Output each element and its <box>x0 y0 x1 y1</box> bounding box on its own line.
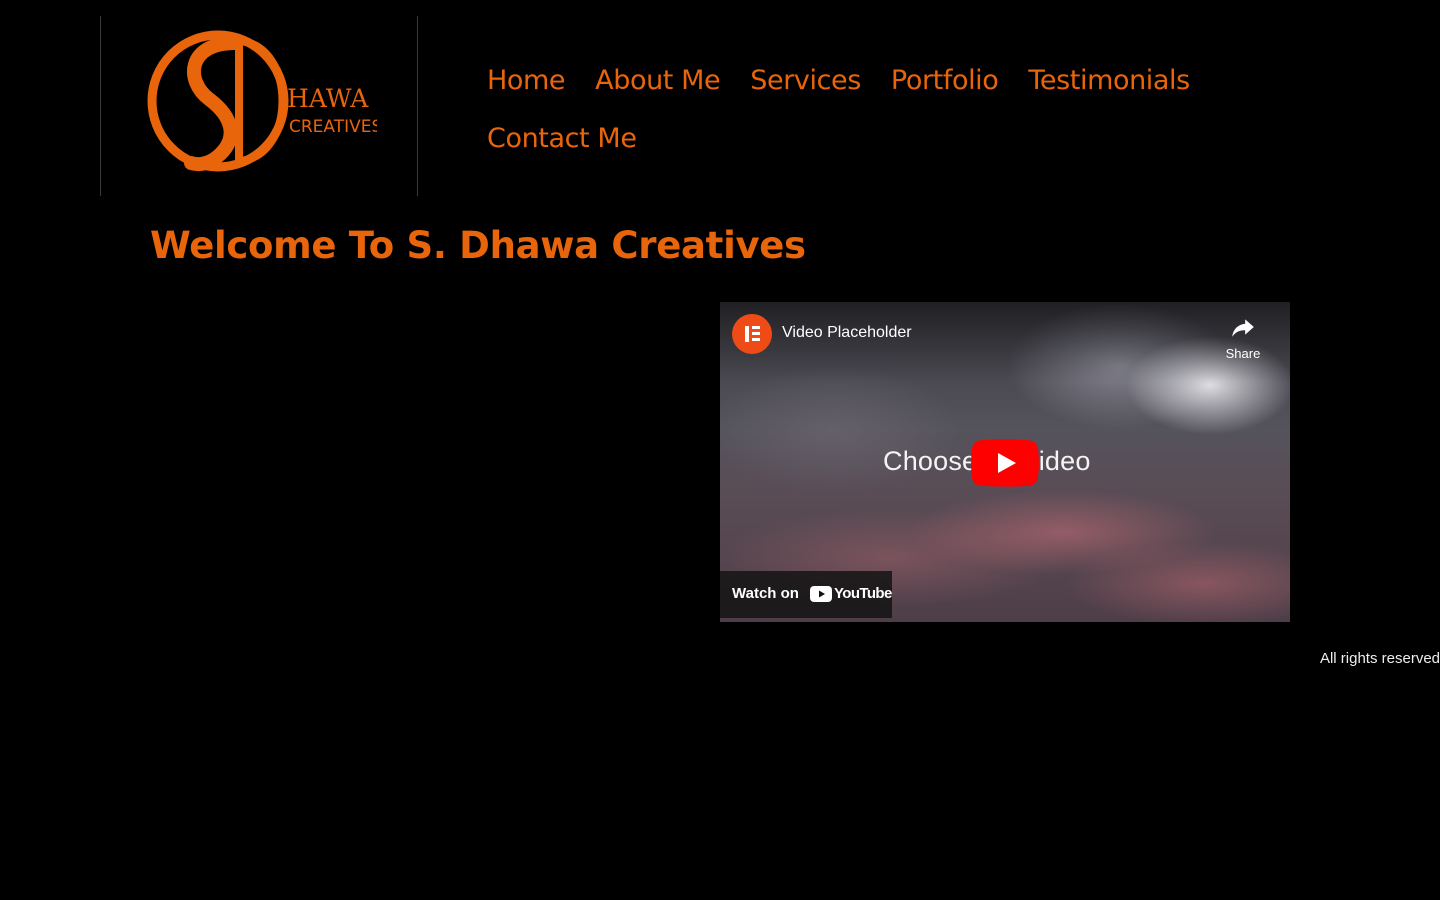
overlay-text-left: Choose <box>883 446 978 476</box>
elementor-icon[interactable] <box>732 314 772 354</box>
page-title: Welcome To S. Dhawa Creatives <box>150 224 806 267</box>
youtube-wordmark: YouTube <box>834 585 892 602</box>
nav-home[interactable]: Home <box>487 52 566 110</box>
share-button[interactable]: Share <box>1220 314 1266 361</box>
share-arrow-icon <box>1232 319 1254 337</box>
nav-about-me[interactable]: About Me <box>595 52 721 110</box>
svg-text:CREATIVES: CREATIVES <box>289 117 377 137</box>
nav-testimonials[interactable]: Testimonials <box>1028 52 1190 110</box>
share-label: Share <box>1225 346 1261 361</box>
video-embed[interactable]: Video Placeholder Share Choose r video W… <box>720 302 1290 622</box>
nav-portfolio[interactable]: Portfolio <box>891 52 999 110</box>
site-logo[interactable]: HAWA CREATIVES <box>147 29 377 175</box>
nav-services[interactable]: Services <box>750 52 861 110</box>
logo-container: HAWA CREATIVES <box>100 16 418 196</box>
watch-on-label: Watch on <box>732 585 799 602</box>
main-nav: Home About Me Services Portfolio Testimo… <box>487 52 1217 168</box>
footer-copyright: All rights reserved <box>1319 650 1440 667</box>
youtube-logo-icon <box>810 586 832 602</box>
page: HAWA CREATIVES Home About Me Services Po… <box>0 0 1440 900</box>
svg-text:HAWA: HAWA <box>287 84 369 113</box>
video-top-gradient <box>720 302 1290 382</box>
watch-on-youtube-button[interactable]: Watch on YouTube <box>720 571 892 618</box>
youtube-play-icon[interactable] <box>971 439 1039 487</box>
video-title[interactable]: Video Placeholder <box>782 324 912 342</box>
nav-contact-me[interactable]: Contact Me <box>487 110 637 168</box>
